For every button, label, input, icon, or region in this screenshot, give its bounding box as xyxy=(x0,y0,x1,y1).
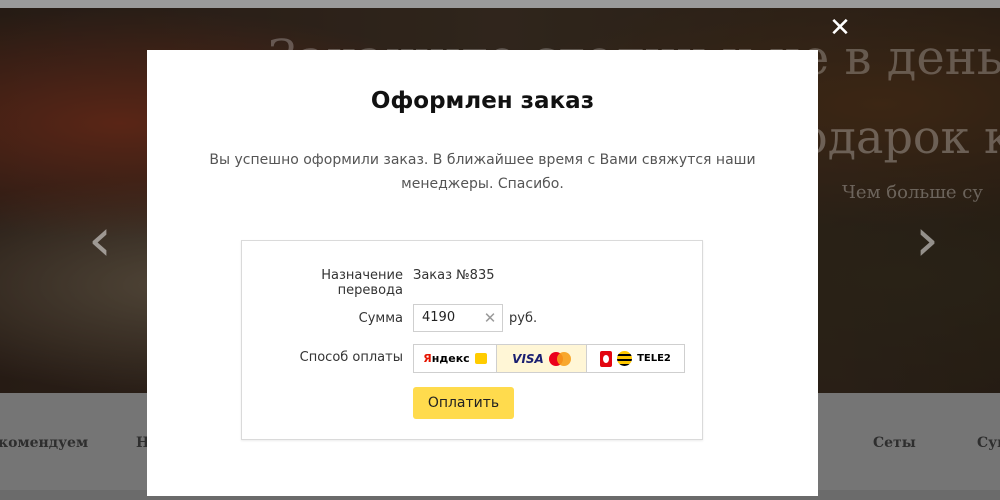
payment-method-selector: Яндекс VISA TELE2 xyxy=(413,344,685,373)
modal-message: Вы успешно оформили заказ. В ближайшее в… xyxy=(209,152,756,192)
close-icon[interactable]: ✕ xyxy=(826,14,854,42)
carousel-prev-icon[interactable]: ‹ xyxy=(88,200,118,280)
purpose-value: Заказ №835 xyxy=(413,268,495,283)
amount-label: Сумма xyxy=(358,311,403,326)
purpose-label: Назначение перевода xyxy=(321,268,403,298)
beeline-icon xyxy=(617,351,633,366)
payment-option-card[interactable]: VISA xyxy=(497,345,587,372)
browser-top-strip xyxy=(0,0,1000,8)
modal-title: Оформлен заказ xyxy=(370,88,595,114)
yandex-logo: Яндекс xyxy=(423,352,470,365)
carousel-next-icon[interactable]: › xyxy=(915,200,945,280)
pay-button[interactable]: Оплатить xyxy=(413,387,514,419)
tele2-logo: TELE2 xyxy=(637,353,671,364)
wallet-icon xyxy=(474,353,487,364)
order-modal: Оформлен заказ Вы успешно оформили заказ… xyxy=(147,50,818,496)
mts-icon xyxy=(600,350,613,367)
visa-logo: VISA xyxy=(512,351,544,366)
hero-subtitle: одарок к xyxy=(800,110,1000,164)
hero-caption: Чем больше су xyxy=(842,182,983,203)
payment-option-yandex[interactable]: Яндекс xyxy=(414,345,497,372)
payment-option-mobile[interactable]: TELE2 xyxy=(587,345,684,372)
category-item-sets[interactable]: Сеты xyxy=(873,435,916,451)
mastercard-icon xyxy=(548,351,571,366)
payment-form: Назначение перевода Заказ №835 Сумма 419… xyxy=(241,240,703,440)
clear-icon[interactable]: ✕ xyxy=(482,308,498,328)
category-item-soups[interactable]: Суп xyxy=(977,435,1000,451)
category-item-recommended[interactable]: комендуем xyxy=(0,435,88,451)
currency-label: руб. xyxy=(509,311,538,326)
payment-method-label: Способ оплаты xyxy=(299,350,403,365)
